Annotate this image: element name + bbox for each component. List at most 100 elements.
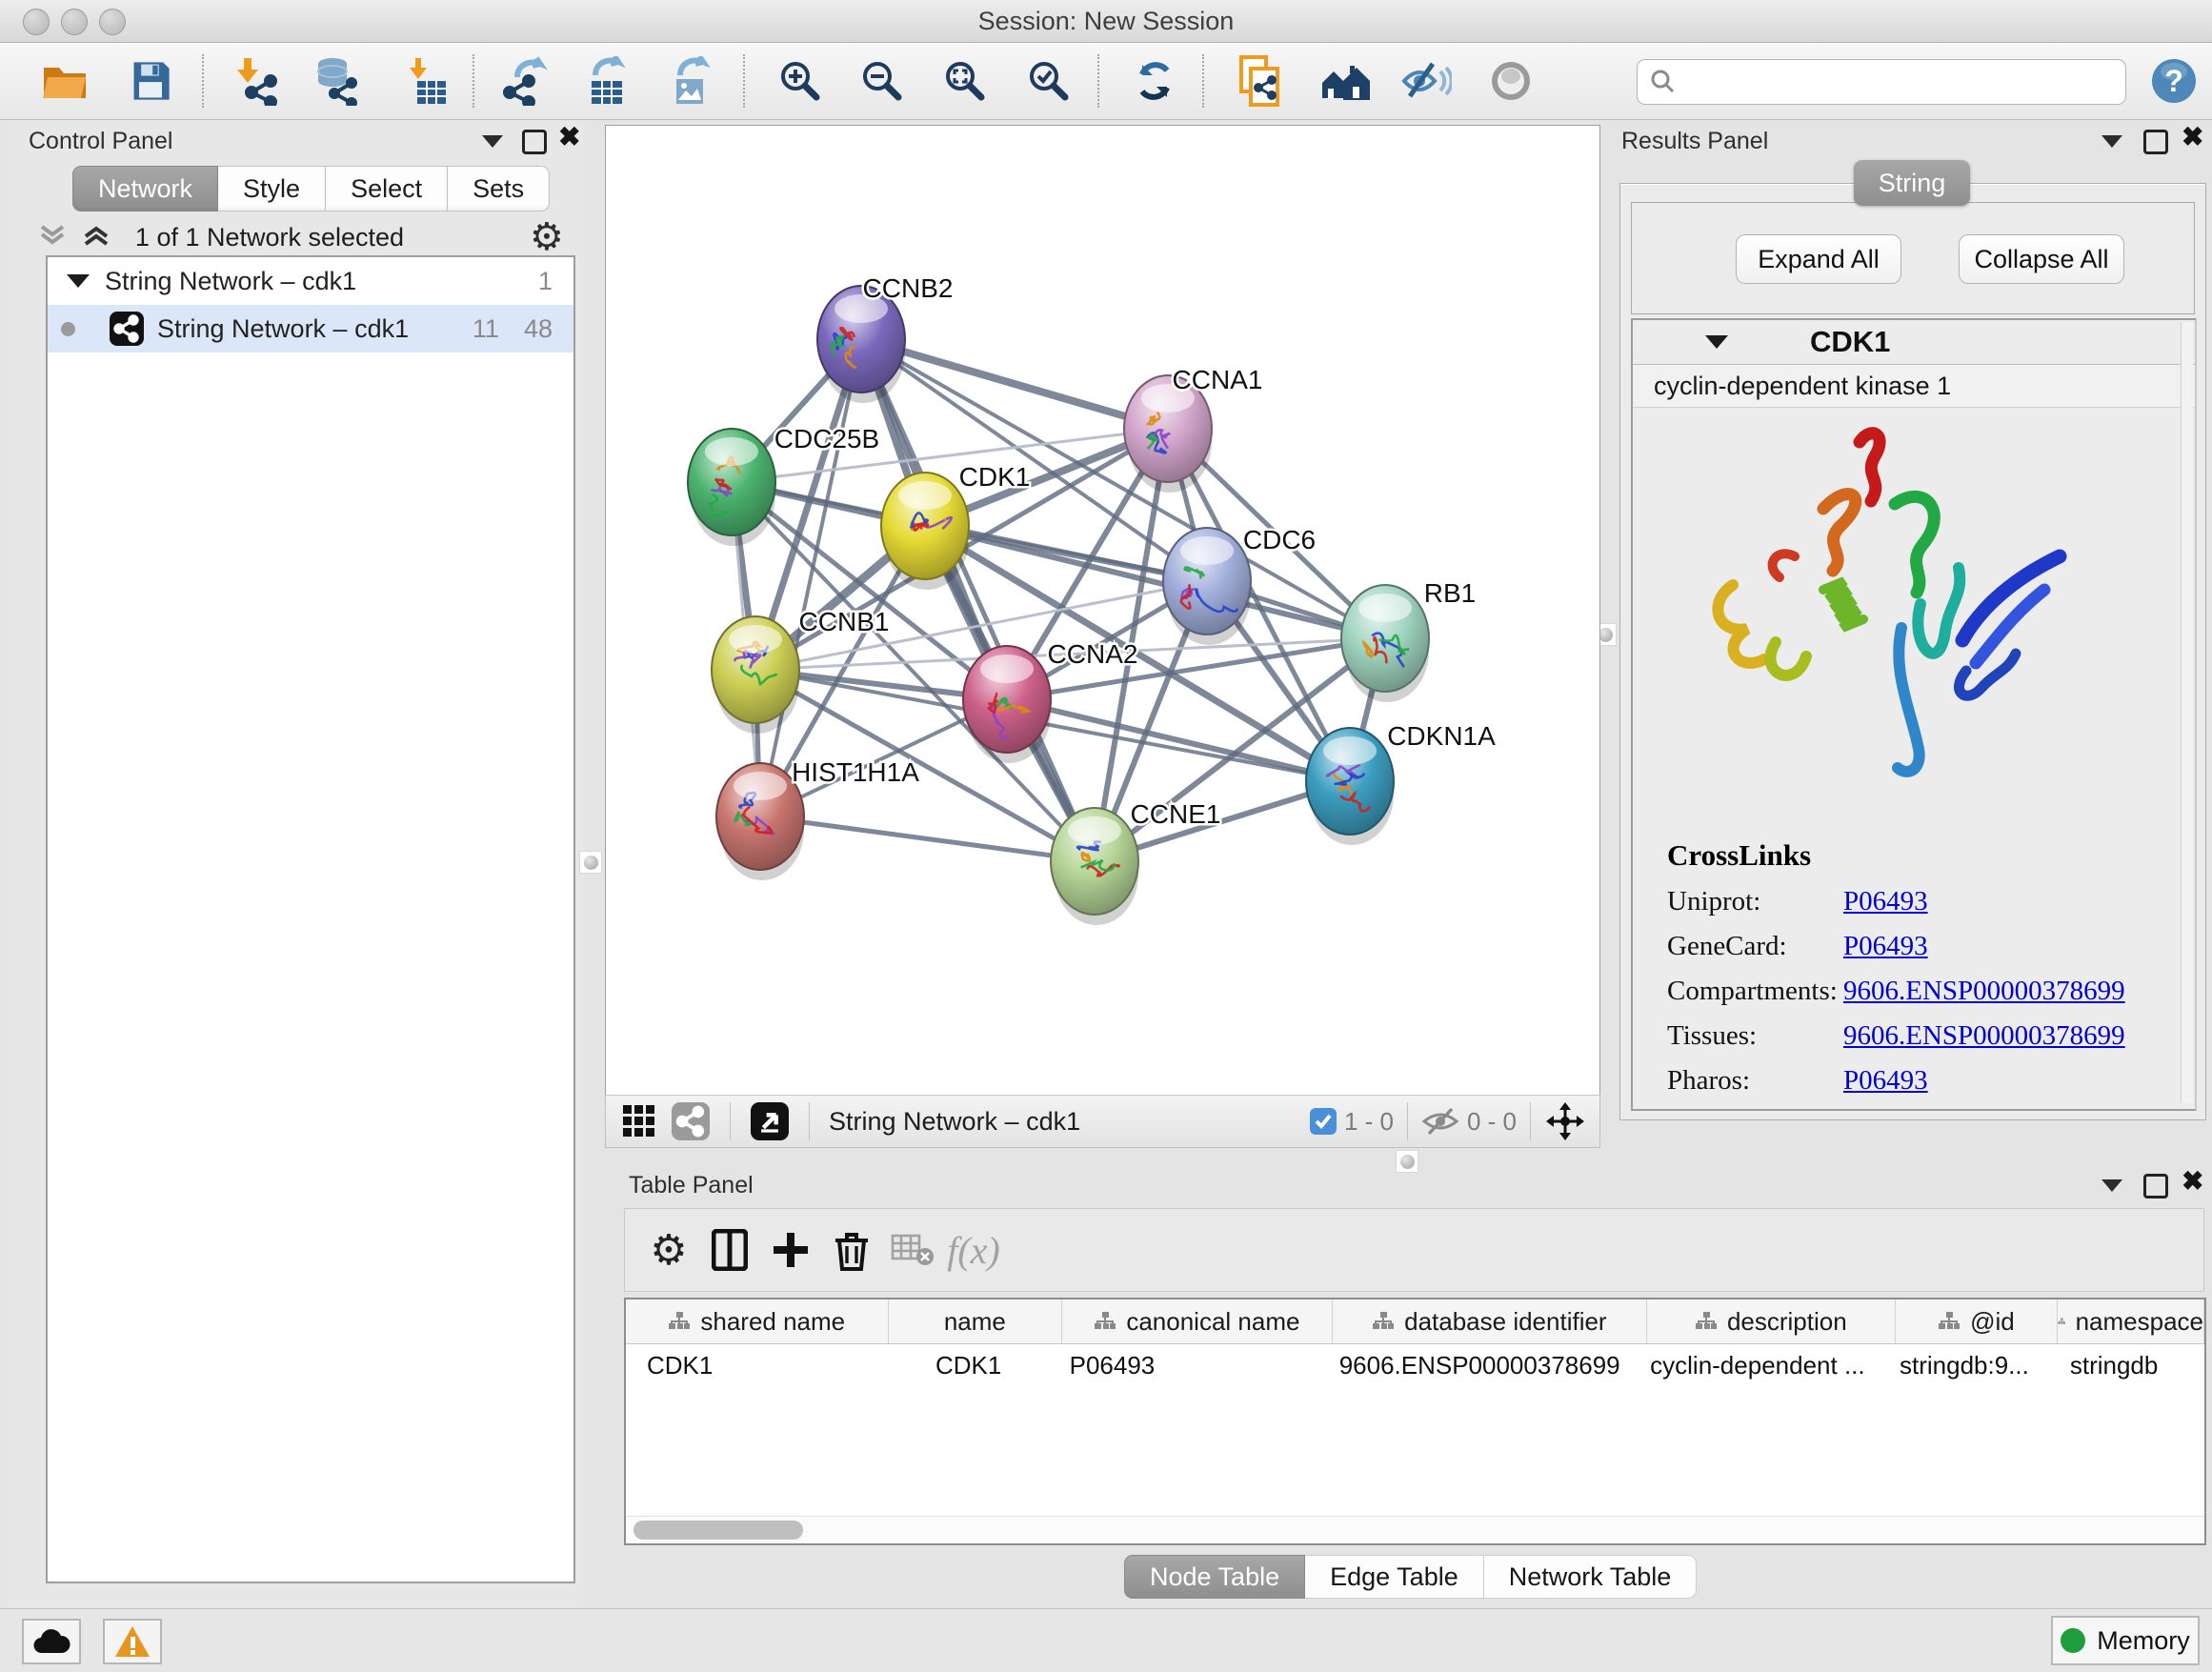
export-table-icon[interactable]	[580, 54, 633, 108]
memory-label: Memory	[2097, 1626, 2190, 1656]
column-type-icon	[668, 1311, 691, 1332]
import-network-database-icon[interactable]	[309, 54, 362, 108]
scrollbar-thumb[interactable]	[633, 1521, 803, 1540]
zoom-fit-icon[interactable]	[938, 54, 992, 108]
import-network-file-icon[interactable]	[229, 54, 282, 108]
search-box[interactable]	[1637, 59, 2126, 105]
panel-float-icon[interactable]	[2143, 130, 2168, 154]
collapse-all-button[interactable]: Collapse All	[1959, 234, 2124, 284]
bottom-splitter-handle[interactable]	[1396, 1150, 1418, 1173]
save-session-icon[interactable]	[124, 54, 177, 108]
crosslink-link[interactable]: P06493	[1843, 931, 1928, 962]
collapse-caret-icon[interactable]	[1705, 335, 1728, 349]
show-columns-icon[interactable]	[699, 1221, 760, 1279]
expand-all-button[interactable]: Expand All	[1736, 234, 1901, 284]
table-header-row: shared namenamecanonical name database id…	[626, 1299, 2204, 1344]
crosslink-link[interactable]: 9606.ENSP00000378699	[1843, 976, 2125, 1007]
network-node-ccne1[interactable]	[1051, 808, 1138, 925]
table-row[interactable]: CDK1CDK1P064939606.ENSP00000378699cyclin…	[626, 1344, 2204, 1386]
column-label: database identifier	[1404, 1307, 1606, 1337]
crosslink-link[interactable]: 9606.ENSP00000378699	[1843, 1020, 2125, 1052]
tab-style[interactable]: Style	[218, 166, 326, 212]
panel-close-icon[interactable]: ✖	[558, 128, 580, 147]
network-collection-row[interactable]: String Network – cdk1 1	[48, 257, 573, 305]
hidden-eye-icon[interactable]	[1421, 1105, 1459, 1138]
column-header-canonical-name[interactable]: canonical name	[1062, 1299, 1332, 1343]
panel-menu-icon[interactable]	[2101, 1179, 2122, 1192]
zoom-out-icon[interactable]	[855, 54, 909, 108]
column-header-@id[interactable]: @id	[1896, 1299, 2059, 1343]
node-label-cdc6: CDC6	[1243, 525, 1316, 554]
help-icon[interactable]: ?	[2147, 54, 2201, 108]
network-edge[interactable]	[861, 339, 1168, 429]
network-node-cdc6[interactable]	[1163, 528, 1251, 645]
panel-float-icon[interactable]	[522, 130, 547, 154]
zoom-in-icon[interactable]	[774, 54, 827, 108]
tab-string[interactable]: String	[1854, 160, 1970, 206]
panel-close-icon[interactable]: ✖	[2182, 1172, 2203, 1191]
column-header-database-identifier[interactable]: database identifier	[1333, 1299, 1647, 1343]
network-canvas[interactable]: CCNB2CCNA1CDC25BCDK1CDC6RB1CCNB1CCNA2CDK…	[605, 125, 1600, 1096]
zoom-selected-icon[interactable]	[1022, 54, 1076, 108]
tab-node-table[interactable]: Node Table	[1124, 1555, 1305, 1599]
column-label: description	[1727, 1307, 1847, 1337]
network-node-cdc25b[interactable]	[688, 429, 775, 546]
network-graph[interactable]: CCNB2CCNA1CDC25BCDK1CDC6RB1CCNB1CCNA2CDK…	[606, 126, 1598, 1093]
table-horizontal-scrollbar[interactable]	[626, 1516, 2204, 1543]
export-network-icon[interactable]	[498, 54, 552, 108]
tree-expand-icon[interactable]	[67, 274, 90, 288]
add-column-icon[interactable]	[760, 1221, 821, 1279]
delete-column-icon[interactable]	[821, 1221, 882, 1279]
crosslink-link[interactable]: P06493	[1843, 1065, 1928, 1097]
gene-header-row[interactable]: CDK1	[1633, 320, 2195, 365]
panel-menu-icon[interactable]	[2101, 135, 2122, 148]
panel-menu-icon[interactable]	[482, 135, 503, 148]
tab-edge-table[interactable]: Edge Table	[1305, 1555, 1484, 1599]
homes-icon[interactable]	[1318, 54, 1372, 108]
column-header-shared-name[interactable]: shared name	[626, 1299, 889, 1343]
gear-icon[interactable]: ⚙	[530, 215, 564, 259]
network-node-rb1[interactable]	[1341, 585, 1429, 702]
results-scrollbar[interactable]	[2181, 322, 2193, 1103]
selected-checkbox-icon[interactable]	[1310, 1108, 1337, 1135]
network-node-cdk1[interactable]	[881, 473, 969, 590]
network-row[interactable]: String Network – cdk1 11 48	[48, 305, 573, 353]
results-panel-title: Results Panel	[1621, 128, 1768, 155]
network-edge[interactable]	[760, 339, 861, 816]
network-edge[interactable]	[760, 816, 1095, 861]
network-node-ccna2[interactable]	[963, 646, 1051, 763]
cloud-button[interactable]	[22, 1619, 81, 1664]
tab-network-table[interactable]: Network Table	[1484, 1555, 1698, 1599]
panel-close-icon[interactable]: ✖	[2182, 128, 2203, 147]
refresh-icon[interactable]	[1128, 54, 1181, 108]
open-in-window-icon[interactable]	[744, 1093, 795, 1150]
node-label-ccna1: CCNA1	[1173, 365, 1263, 394]
export-image-icon[interactable]	[665, 54, 718, 108]
tab-select[interactable]: Select	[326, 166, 448, 212]
hide-show-icon[interactable]	[1399, 54, 1453, 108]
network-node-cdkn1a[interactable]	[1306, 728, 1394, 845]
grid-view-icon[interactable]	[613, 1093, 665, 1150]
left-splitter-handle[interactable]	[579, 851, 602, 874]
network-node-ccnb2[interactable]	[817, 286, 905, 403]
crosslink-link[interactable]: P06493	[1843, 886, 1928, 917]
memory-button[interactable]: Memory	[2051, 1616, 2200, 1665]
warnings-button[interactable]	[103, 1619, 162, 1664]
column-header-description[interactable]: description	[1647, 1299, 1896, 1343]
table-settings-gear-icon[interactable]: ⚙	[638, 1221, 699, 1279]
column-type-icon	[1094, 1311, 1116, 1332]
search-input[interactable]	[1678, 68, 2101, 97]
copy-document-icon[interactable]	[1233, 54, 1286, 108]
collection-count: 1	[538, 267, 553, 296]
open-session-icon[interactable]	[38, 54, 91, 108]
tab-sets[interactable]: Sets	[448, 166, 550, 212]
string-network-tile-icon[interactable]	[665, 1093, 716, 1150]
import-table-icon[interactable]	[399, 54, 452, 108]
birdseye-icon[interactable]	[1544, 1100, 1586, 1142]
column-header-namespace[interactable]: namespace	[2058, 1299, 2204, 1343]
table-cell: P06493	[1049, 1344, 1318, 1386]
panel-float-icon[interactable]	[2143, 1174, 2168, 1199]
network-node-ccnb1[interactable]	[712, 616, 799, 734]
column-header-name[interactable]: name	[889, 1299, 1063, 1343]
tab-network[interactable]: Network	[72, 166, 218, 212]
